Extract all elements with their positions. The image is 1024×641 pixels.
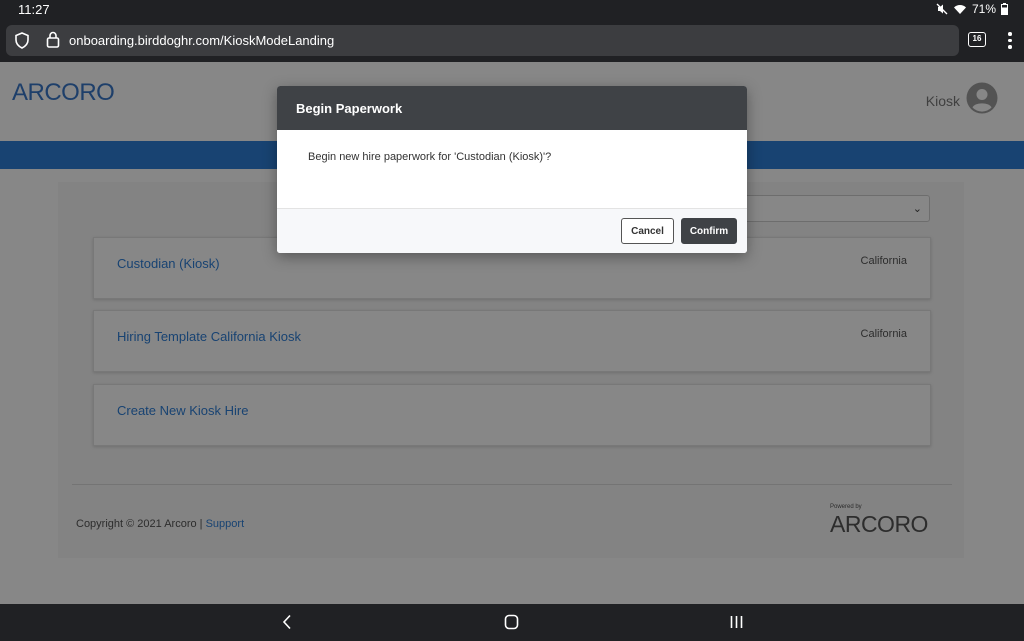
status-bar: 11:27 71% bbox=[0, 0, 1024, 20]
address-bar[interactable]: onboarding.birddoghr.com/KioskModeLandin… bbox=[6, 25, 959, 56]
wifi-icon bbox=[953, 4, 967, 15]
begin-paperwork-dialog: Begin Paperwork Begin new hire paperwork… bbox=[277, 86, 747, 253]
home-icon[interactable] bbox=[504, 614, 519, 635]
status-time: 11:27 bbox=[18, 2, 50, 17]
overflow-menu-icon[interactable] bbox=[1004, 30, 1016, 52]
battery-percent: 71% bbox=[971, 2, 996, 16]
cancel-button[interactable]: Cancel bbox=[621, 218, 674, 244]
battery-icon bbox=[1001, 3, 1008, 15]
dialog-message: Begin new hire paperwork for 'Custodian … bbox=[308, 151, 552, 163]
status-icons: 71% bbox=[936, 2, 1008, 16]
recent-apps-icon[interactable] bbox=[729, 614, 744, 635]
lock-icon bbox=[46, 31, 60, 53]
mute-icon bbox=[936, 3, 948, 15]
tab-switcher-button[interactable]: 16 bbox=[968, 32, 986, 47]
dialog-title: Begin Paperwork bbox=[277, 86, 747, 130]
confirm-button[interactable]: Confirm bbox=[681, 218, 737, 244]
dialog-footer: Cancel Confirm bbox=[277, 208, 747, 253]
shield-icon[interactable] bbox=[14, 32, 30, 54]
url-text[interactable]: onboarding.birddoghr.com/KioskModeLandin… bbox=[69, 33, 334, 48]
system-nav-bar bbox=[0, 604, 1024, 641]
browser-toolbar: onboarding.birddoghr.com/KioskModeLandin… bbox=[0, 20, 1024, 62]
back-icon[interactable] bbox=[281, 614, 293, 635]
